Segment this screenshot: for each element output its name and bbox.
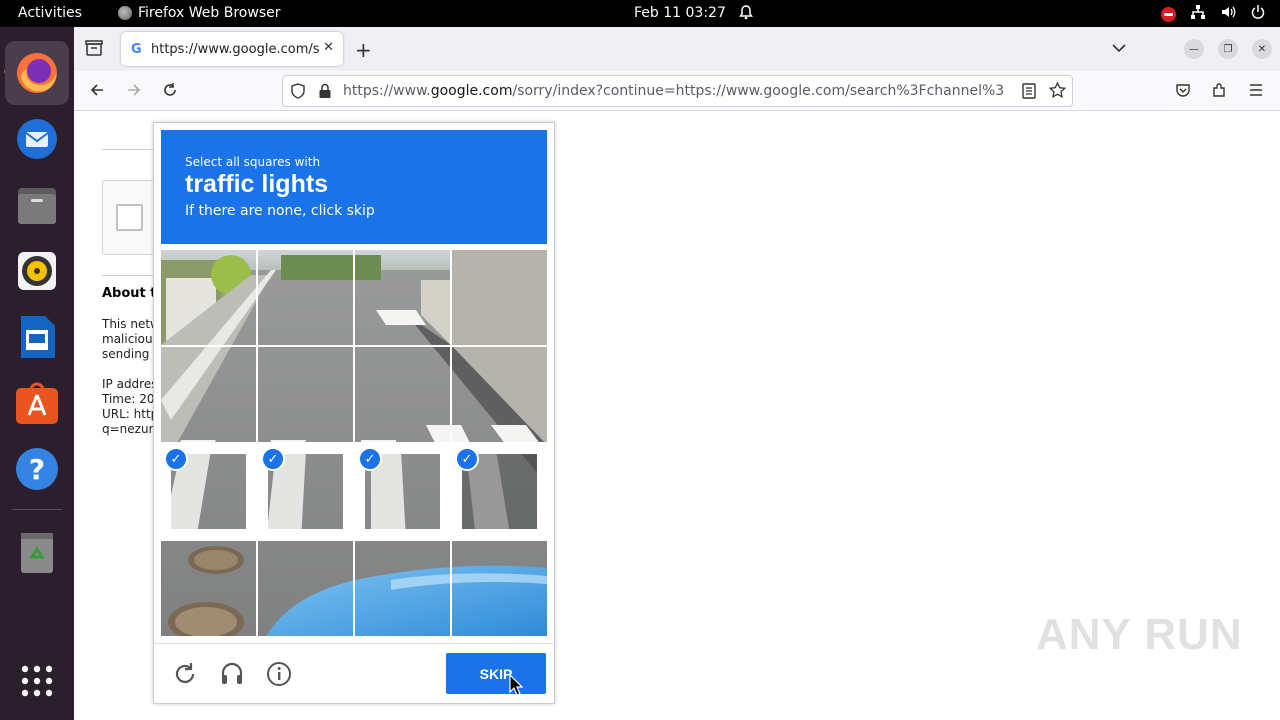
mouse-cursor-icon (509, 673, 524, 700)
url-text: https://www.google.com/sorry/index?conti… (343, 83, 1005, 99)
trash-icon[interactable] (5, 520, 69, 584)
grid-tile[interactable] (355, 541, 450, 636)
navigation-toolbar: https://www.google.com/sorry/index?conti… (74, 71, 1280, 111)
grid-tile[interactable] (258, 541, 353, 636)
skip-button[interactable]: SKIP (446, 653, 546, 694)
tab-bar: G https://www.google.com/sorry/index ✕ +… (74, 27, 1280, 71)
tab-title: https://www.google.com/sorry/index (151, 41, 319, 57)
dock-separator (12, 509, 62, 510)
thunderbird-icon[interactable] (5, 107, 69, 171)
system-tray[interactable] (1161, 4, 1266, 24)
recaptcha-challenge: Select all squares with traffic lights I… (153, 122, 555, 704)
extensions-icon[interactable] (1211, 82, 1227, 102)
app-center-icon[interactable] (5, 371, 69, 435)
svg-text:?: ? (29, 453, 45, 486)
dock: ? (0, 27, 74, 720)
pocket-icon[interactable] (1175, 82, 1191, 102)
grid-tile[interactable] (258, 250, 353, 345)
grid-tile[interactable]: ✓ (355, 444, 450, 539)
grid-tile[interactable] (161, 347, 256, 442)
do-not-disturb-icon[interactable] (1161, 6, 1176, 22)
power-icon[interactable] (1250, 4, 1266, 24)
network-icon[interactable] (1190, 4, 1206, 24)
browser-window: G https://www.google.com/sorry/index ✕ +… (74, 27, 1280, 720)
rhythmbox-icon[interactable] (5, 239, 69, 303)
help-icon[interactable]: ? (5, 437, 69, 501)
grid-tile[interactable]: ✓ (258, 444, 353, 539)
new-tab-icon[interactable]: + (355, 38, 372, 62)
app-name: Firefox Web Browser (138, 5, 281, 21)
firefox-view-icon[interactable] (85, 40, 103, 60)
menu-hamburger-icon[interactable] (1248, 82, 1264, 102)
bookmark-star-icon[interactable] (1048, 81, 1067, 103)
clock[interactable]: Feb 11 03:27 (634, 5, 726, 21)
grid-tile[interactable] (355, 250, 450, 345)
grid-tile[interactable] (452, 347, 547, 442)
reload-icon[interactable] (162, 82, 178, 102)
info-icon[interactable] (266, 661, 292, 687)
audio-challenge-icon[interactable] (219, 661, 245, 687)
activities-button[interactable]: Activities (18, 5, 82, 21)
grid-tile[interactable]: ✓ (452, 444, 547, 539)
recaptcha-checkbox[interactable] (116, 204, 143, 231)
selected-check-icon: ✓ (358, 447, 382, 471)
list-tabs-icon[interactable] (1112, 39, 1126, 57)
selected-check-icon: ✓ (261, 447, 285, 471)
image-grid: ✓ ✓ ✓ ✓ (161, 250, 547, 636)
reader-view-icon[interactable] (1022, 83, 1036, 103)
instruction-text: Select all squares with (185, 155, 321, 169)
libreoffice-writer-icon[interactable] (5, 305, 69, 369)
challenge-header: Select all squares with traffic lights I… (161, 130, 547, 244)
grid-tile[interactable] (258, 347, 353, 442)
lock-icon[interactable] (318, 83, 332, 103)
selected-check-icon: ✓ (455, 447, 479, 471)
grid-tile[interactable] (161, 541, 256, 636)
target-object: traffic lights (185, 170, 329, 198)
notification-bell-icon[interactable] (738, 4, 754, 24)
minimize-button[interactable]: — (1184, 39, 1204, 59)
google-favicon-icon: G (131, 41, 142, 57)
volume-icon[interactable] (1220, 4, 1236, 24)
hint-text: If there are none, click skip (185, 203, 375, 219)
grid-tile[interactable]: ✓ (161, 444, 256, 539)
top-bar: Activities Firefox Web Browser Feb 11 03… (0, 0, 1280, 27)
back-icon[interactable] (89, 82, 105, 102)
grid-tile[interactable] (161, 250, 256, 345)
url-bar[interactable]: https://www.google.com/sorry/index?conti… (282, 75, 1073, 107)
close-window-button[interactable]: ✕ (1252, 39, 1272, 59)
app-menu[interactable]: Firefox Web Browser (118, 5, 281, 21)
explanation-text: This netw malicious sending t (102, 317, 160, 361)
forward-icon[interactable] (126, 82, 142, 102)
firefox-icon[interactable] (5, 41, 69, 105)
files-icon[interactable] (5, 173, 69, 237)
grid-tile[interactable] (452, 541, 547, 636)
anyrun-watermark: ANY RUN (1036, 610, 1243, 659)
tracking-protection-shield-icon[interactable] (290, 83, 306, 103)
maximize-button[interactable]: ❐ (1218, 39, 1238, 59)
grid-tile[interactable] (355, 347, 450, 442)
close-tab-icon[interactable]: ✕ (323, 40, 334, 55)
firefox-mini-icon (118, 6, 132, 20)
selected-check-icon: ✓ (164, 447, 188, 471)
grid-tile[interactable] (452, 250, 547, 345)
tab-google-sorry[interactable]: G https://www.google.com/sorry/index ✕ (121, 32, 343, 66)
show-apps-icon[interactable] (5, 649, 69, 713)
challenge-footer: SKIP (154, 643, 554, 703)
reload-challenge-icon[interactable] (172, 661, 198, 687)
